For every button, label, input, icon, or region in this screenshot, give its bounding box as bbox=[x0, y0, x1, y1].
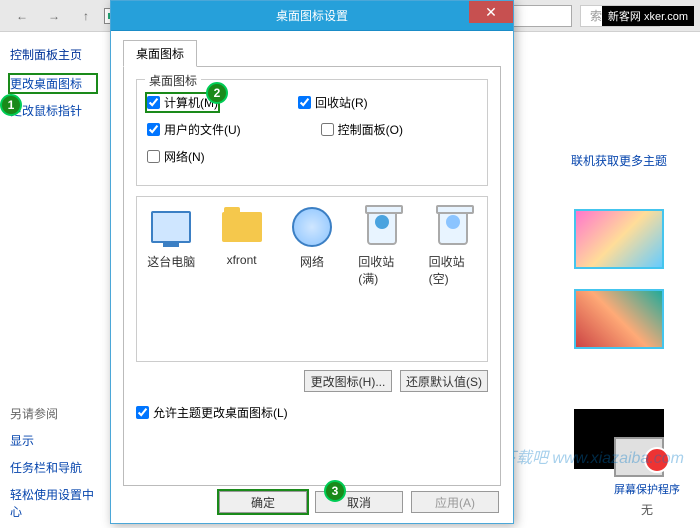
icon-item-xfront[interactable]: xfront bbox=[217, 207, 265, 267]
folder-icon bbox=[222, 212, 262, 242]
desktop-icon-settings-dialog: 桌面图标设置 ✕ 桌面图标 桌面图标 计算机(M) 回收站(R) 用户的文件(U… bbox=[110, 0, 514, 524]
icon-item-network[interactable]: 网络 bbox=[288, 207, 336, 270]
back-arrow-icon[interactable]: ← bbox=[8, 4, 36, 28]
apply-button[interactable]: 应用(A) bbox=[411, 491, 499, 513]
icon-item-bin-full[interactable]: 回收站(满) bbox=[358, 207, 406, 287]
watermark-label: 新客网 xker.com bbox=[602, 6, 694, 26]
dialog-titlebar: 桌面图标设置 ✕ bbox=[111, 1, 513, 31]
screensaver-block[interactable]: 屏幕保护程序 无 bbox=[614, 437, 680, 518]
checkbox-network[interactable]: 网络(N) bbox=[147, 148, 205, 165]
screensaver-label: 屏幕保护程序 bbox=[614, 481, 680, 497]
annotation-badge-3: 3 bbox=[324, 480, 346, 502]
computer-icon bbox=[151, 211, 191, 243]
sidebar-title: 控制面板主页 bbox=[10, 46, 96, 63]
checkbox-recycle[interactable]: 回收站(R) bbox=[298, 94, 368, 111]
screensaver-value: 无 bbox=[614, 501, 680, 518]
theme-thumbnail-1[interactable] bbox=[574, 209, 664, 269]
see-also-display[interactable]: 显示 bbox=[10, 432, 96, 449]
group-label: 桌面图标 bbox=[145, 72, 201, 89]
recycle-full-icon bbox=[367, 209, 397, 245]
dialog-title-text: 桌面图标设置 bbox=[276, 7, 348, 24]
icon-preview-grid: 这台电脑 xfront 网络 回收站(满) 回收站(空) bbox=[136, 196, 488, 362]
icon-item-bin-empty[interactable]: 回收站(空) bbox=[429, 207, 477, 287]
change-icon-button[interactable]: 更改图标(H)... bbox=[304, 370, 392, 392]
online-themes-link[interactable]: 联机获取更多主题 bbox=[544, 152, 694, 169]
tab-desktop-icons[interactable]: 桌面图标 bbox=[123, 40, 197, 67]
see-also-taskbar[interactable]: 任务栏和导航 bbox=[10, 459, 96, 476]
recycle-empty-icon bbox=[438, 209, 468, 245]
network-icon bbox=[292, 207, 332, 247]
checkbox-controlpanel[interactable]: 控制面板(O) bbox=[321, 121, 403, 138]
checkbox-userfiles[interactable]: 用户的文件(U) bbox=[147, 121, 241, 138]
icon-item-computer[interactable]: 这台电脑 bbox=[147, 207, 195, 270]
ok-button[interactable]: 确定 bbox=[219, 491, 307, 513]
annotation-badge-2: 2 bbox=[206, 82, 228, 104]
desktop-icons-group: 桌面图标 计算机(M) 回收站(R) 用户的文件(U) 控制面板(O) 网络(N… bbox=[136, 79, 488, 186]
screensaver-icon bbox=[614, 437, 664, 477]
theme-thumbnail-2[interactable] bbox=[574, 289, 664, 349]
sidebar-link-change-mouse-pointer[interactable]: 更改鼠标指针 bbox=[10, 102, 96, 119]
checkbox-allow-theme[interactable]: 允许主题更改桌面图标(L) bbox=[136, 404, 488, 421]
sidebar-link-change-desktop-icons[interactable]: 更改桌面图标 bbox=[10, 75, 96, 92]
annotation-badge-1: 1 bbox=[0, 94, 22, 116]
see-also-label: 另请参阅 bbox=[10, 405, 96, 422]
tab-panel: 桌面图标 计算机(M) 回收站(R) 用户的文件(U) 控制面板(O) 网络(N… bbox=[123, 66, 501, 486]
restore-defaults-button[interactable]: 还原默认值(S) bbox=[400, 370, 488, 392]
close-icon[interactable]: ✕ bbox=[469, 1, 513, 23]
see-also-ease[interactable]: 轻松使用设置中心 bbox=[10, 486, 96, 520]
up-arrow-icon[interactable]: ↑ bbox=[72, 4, 100, 28]
forward-arrow-icon[interactable]: → bbox=[40, 4, 68, 28]
